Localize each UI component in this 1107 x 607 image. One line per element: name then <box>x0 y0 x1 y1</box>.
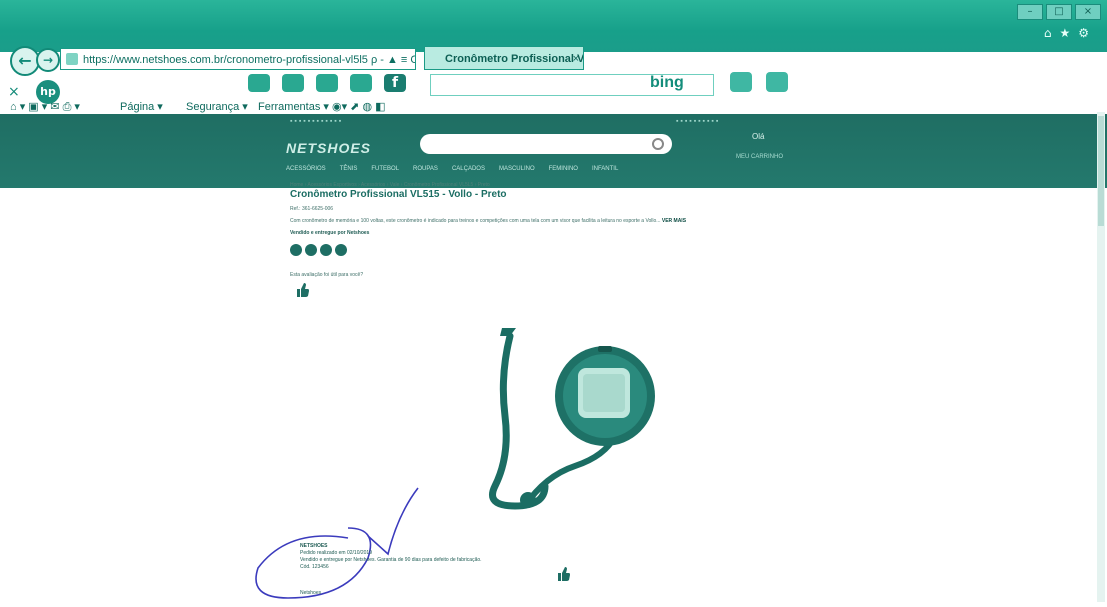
facebook-icon[interactable]: f <box>384 74 406 92</box>
site-icon <box>66 53 78 65</box>
site-menu-item[interactable]: TÊNIS <box>340 166 358 172</box>
footer-line: Vendido e entregue por Netshoes. Garanti… <box>300 557 482 563</box>
share-twitter-icon[interactable] <box>305 244 317 256</box>
command-bar: ⌂ ▾ ▣ ▾ ✉ ⎙ ▾ Página ▾ Segurança ▾ Ferra… <box>0 96 1107 116</box>
toolbar-extra-icons <box>730 72 788 92</box>
maximize-button[interactable]: □ <box>1046 4 1072 20</box>
extension-icon[interactable] <box>766 72 788 92</box>
product-description: Com cronômetro de memória e 100 voltas, … <box>290 218 686 224</box>
site-menu-item[interactable]: INFANTIL <box>592 166 618 172</box>
address-text: https://www.netshoes.com.br/cronometro-p… <box>83 54 416 66</box>
share-facebook-icon[interactable] <box>290 244 302 256</box>
thumbs-up-icon[interactable] <box>555 566 571 582</box>
footer-line: Pedido realizado em 02/10/2019 <box>300 550 372 556</box>
help-icon[interactable]: ◉▾ ⬈ ◍ ◧ <box>332 100 386 113</box>
share-pinterest-icon[interactable] <box>320 244 332 256</box>
scrollbar-thumb[interactable] <box>1098 116 1104 226</box>
tab-title: Cronômetro Profissional VL... <box>445 53 584 65</box>
favorite-icon[interactable] <box>248 74 270 92</box>
cart-link[interactable]: MEU CARRINHO <box>736 154 783 160</box>
page-scrollbar[interactable] <box>1097 112 1105 602</box>
site-topbar-text: ▪ ▪ ▪ ▪ ▪ ▪ ▪ ▪ ▪ ▪ ▪ ▪ <box>290 118 342 125</box>
description-text: Com cronômetro de memória e 100 voltas, … <box>290 218 661 224</box>
footer-info: NETSHOES Pedido realizado em 02/10/2019 … <box>300 543 482 571</box>
share-buttons <box>290 244 347 256</box>
favorite-icon[interactable] <box>316 74 338 92</box>
close-window-button[interactable]: × <box>1075 4 1101 20</box>
menu-ferramentas[interactable]: Ferramentas ▾ <box>258 100 329 113</box>
seller-info: Vendido e entregue por Netshoes <box>290 230 370 236</box>
address-bar[interactable]: https://www.netshoes.com.br/cronometro-p… <box>60 48 416 70</box>
site-menu-item[interactable]: CALÇADOS <box>452 166 485 172</box>
browser-titlebar <box>0 0 1107 52</box>
bing-logo: bing <box>650 74 684 91</box>
helpful-text: Esta avaliação foi útil para você? <box>290 272 364 278</box>
product-ref: Ref.: 361-6625-006 <box>290 206 334 212</box>
site-menu: ACESSÓRIOS TÊNIS FUTEBOL ROUPAS CALÇADOS… <box>286 166 618 172</box>
home-icon[interactable]: ⌂ ▾ ▣ ▾ ✉ ⎙ ▾ <box>10 100 80 114</box>
minimize-button[interactable]: – <box>1017 4 1043 20</box>
site-search-input[interactable] <box>420 134 672 154</box>
product-image-stopwatch[interactable] <box>470 326 670 526</box>
browser-right-icons[interactable]: ⌂★⚙ <box>1044 26 1097 40</box>
menu-seguranca[interactable]: Segurança ▾ <box>186 100 248 113</box>
favorites-toolbar: f <box>248 74 406 92</box>
extension-icon[interactable] <box>730 72 752 92</box>
tab-cronometro[interactable]: Cronômetro Profissional VL... × <box>424 46 584 70</box>
tab-close-icon[interactable]: × <box>573 47 579 69</box>
window-controls: – □ × <box>1017 4 1101 20</box>
site-menu-item[interactable]: MASCULINO <box>499 166 535 172</box>
product-title: Cronômetro Profissional VL515 - Vollo - … <box>290 189 507 200</box>
share-email-icon[interactable] <box>335 244 347 256</box>
favorite-icon[interactable] <box>282 74 304 92</box>
site-menu-item[interactable]: ROUPAS <box>413 166 438 172</box>
scanned-screenshot: – □ × ⌂★⚙ ← → https://www.netshoes.com.b… <box>0 0 1107 607</box>
site-menu-item[interactable]: FEMININO <box>549 166 578 172</box>
site-menu-item[interactable]: ACESSÓRIOS <box>286 166 326 172</box>
site-header: ▪ ▪ ▪ ▪ ▪ ▪ ▪ ▪ ▪ ▪ ▪ ▪ ▪ ▪ ▪ ▪ ▪ ▪ ▪ ▪ … <box>0 114 1107 188</box>
footer-line: NETSHOES <box>300 543 328 549</box>
site-topbar-links[interactable]: ▪ ▪ ▪ ▪ ▪ ▪ ▪ ▪ ▪ ▪ <box>676 118 718 125</box>
forward-icon[interactable]: → <box>36 48 60 72</box>
site-menu-item[interactable]: FUTEBOL <box>371 166 399 172</box>
footer-line: Cód. 123456 <box>300 564 329 570</box>
account-link[interactable]: Olá <box>752 132 764 141</box>
see-more-link[interactable]: VER MAIS <box>662 218 686 224</box>
netshoes-logo[interactable]: NETSHOES <box>286 140 371 156</box>
menu-pagina[interactable]: Página ▾ <box>120 100 163 113</box>
breadcrumb[interactable]: Home › Acessórios Esportivos › Acessório… <box>290 182 490 188</box>
thumbs-up-icon[interactable] <box>294 282 310 298</box>
favorite-icon[interactable] <box>350 74 372 92</box>
search-icon[interactable] <box>652 138 664 150</box>
footer-bottom: Netshoes <box>300 590 322 596</box>
